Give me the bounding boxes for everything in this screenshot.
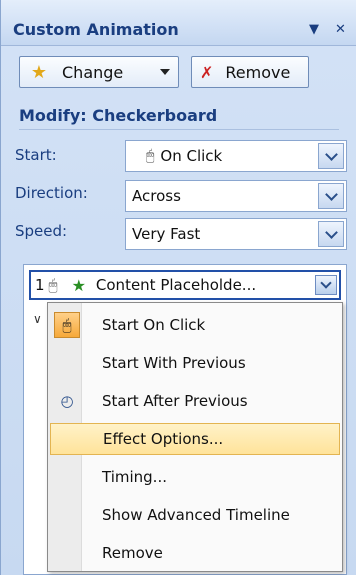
chevron-down-icon [324,187,338,201]
menu-item-label: Remove [102,544,163,562]
mouse-click-icon: 🖱 [146,148,155,164]
speed-label: Speed: [15,222,68,240]
custom-animation-pane: Custom Animation ▼ ✕ ★ Change ✗ Remove M… [0,0,356,575]
add-effect-star-icon: ★ [30,61,48,83]
chevron-down-icon [320,277,332,289]
change-button-label: Change [62,62,124,82]
menu-item-remove[interactable]: Remove [50,537,340,569]
context-menu: 🖱 Start On Click Start With Previous ◴ S… [47,302,343,572]
menu-item-show-advanced-timeline[interactable]: Show Advanced Timeline [50,499,340,531]
mouse-click-icon: 🖱 [48,276,58,294]
start-value: On Click [160,147,223,165]
close-icon[interactable]: ✕ [335,22,346,37]
speed-select[interactable]: Very Fast [125,218,347,250]
modify-heading: Modify: Checkerboard [19,106,339,130]
remove-button-label: Remove [225,62,291,82]
menu-item-start-with-previous[interactable]: Start With Previous [50,347,340,379]
entrance-effect-star-icon: ★ [71,275,86,295]
menu-item-start-after-previous[interactable]: ◴ Start After Previous [50,385,340,417]
chevron-down-icon [324,225,338,239]
animation-list-item[interactable]: 1 🖱 ★ Content Placeholde... [29,270,341,300]
menu-item-label: Show Advanced Timeline [102,506,290,524]
item-dropdown-button[interactable] [315,275,337,295]
item-label: Content Placeholde... [95,276,257,294]
chevron-down-icon [324,147,338,161]
start-select[interactable]: 🖱 On Click [125,140,347,172]
item-number: 1 [35,276,45,294]
pane-titlebar: Custom Animation ▼ ✕ [1,0,356,46]
change-button[interactable]: ★ Change [19,56,179,88]
remove-effect-icon: ✗ [200,62,214,82]
remove-button[interactable]: ✗ Remove [191,56,309,88]
menu-item-start-on-click[interactable]: 🖱 Start On Click [50,309,340,341]
expand-chevron-icon[interactable]: ∨ [33,312,42,326]
speed-value: Very Fast [132,225,201,243]
menu-item-timing[interactable]: Timing... [50,461,340,493]
mouse-click-icon: 🖱 [54,312,80,338]
speed-dropdown-button[interactable] [318,221,344,247]
start-dropdown-button[interactable] [318,143,344,169]
menu-item-label: Start On Click [102,316,206,334]
chevron-down-icon [160,69,170,75]
direction-label: Direction: [15,184,88,202]
menu-item-label: Start After Previous [102,392,248,410]
pane-title: Custom Animation [13,20,179,39]
direction-select[interactable]: Across [125,180,347,212]
direction-value: Across [132,187,181,205]
start-label: Start: [15,146,57,164]
menu-item-label: Start With Previous [102,354,246,372]
menu-item-label: Timing... [102,468,167,486]
menu-item-label: Effect Options... [103,430,224,448]
clock-icon: ◴ [60,392,74,410]
direction-dropdown-button[interactable] [318,183,344,209]
menu-item-effect-options[interactable]: Effect Options... [50,423,340,455]
pane-options-dropdown-icon[interactable]: ▼ [309,22,319,37]
